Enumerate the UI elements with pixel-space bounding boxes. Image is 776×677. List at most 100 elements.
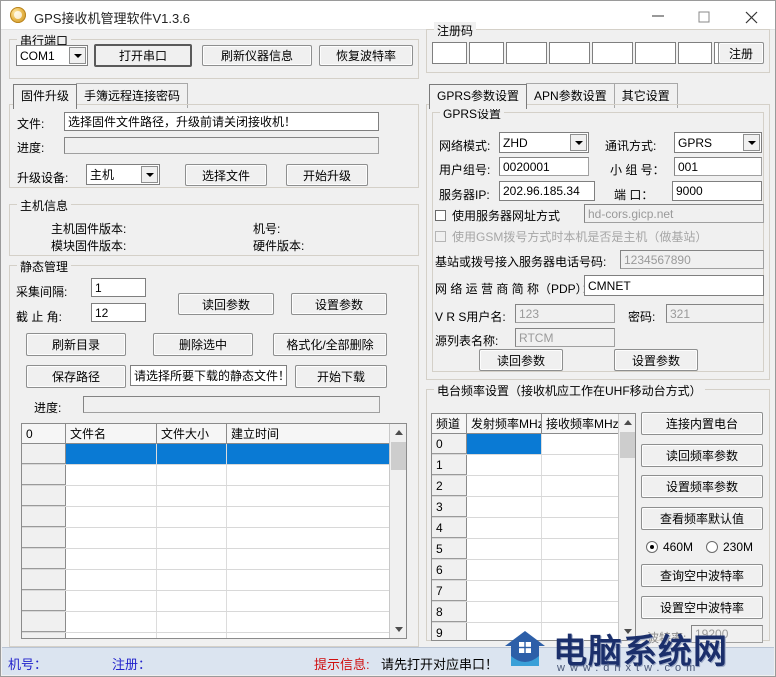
scroll-thumb[interactable] bbox=[391, 442, 406, 470]
mountpoint-input[interactable]: RTCM bbox=[515, 328, 615, 347]
channel-cell[interactable]: 7 bbox=[432, 581, 467, 601]
cell-file-name[interactable] bbox=[66, 465, 157, 485]
cell-create-time[interactable] bbox=[227, 528, 390, 548]
cell-file-size[interactable] bbox=[157, 570, 227, 590]
user-group-input[interactable]: 0020001 bbox=[499, 157, 589, 176]
checkbox-box[interactable] bbox=[435, 210, 446, 221]
scroll-down-icon[interactable] bbox=[390, 621, 406, 638]
tx-frequency-cell[interactable] bbox=[467, 581, 542, 601]
channel-cell[interactable]: 1 bbox=[432, 455, 467, 475]
table-row[interactable] bbox=[22, 612, 406, 633]
table-row[interactable] bbox=[22, 444, 406, 465]
cell-create-time[interactable] bbox=[227, 633, 390, 638]
cell-file-name[interactable] bbox=[66, 591, 157, 611]
cell-create-time[interactable] bbox=[227, 444, 390, 464]
start-download-button[interactable]: 开始下载 bbox=[295, 365, 387, 388]
scroll-down-icon[interactable] bbox=[619, 623, 635, 640]
rx-frequency-cell[interactable] bbox=[542, 602, 620, 622]
pdp-input[interactable]: CMNET bbox=[584, 275, 764, 296]
frequency-table[interactable]: 频道 发射频率MHz 接收频率MHz 0123456789 bbox=[431, 413, 636, 641]
table-row[interactable]: 6 bbox=[432, 560, 635, 581]
cell-file-size[interactable] bbox=[157, 486, 227, 506]
rx-frequency-cell[interactable] bbox=[542, 560, 620, 580]
gprs-set-params-button[interactable]: 设置参数 bbox=[614, 349, 698, 371]
sub-group-input[interactable]: 001 bbox=[674, 157, 762, 176]
cell-file-size[interactable] bbox=[157, 444, 227, 464]
table-row[interactable] bbox=[22, 465, 406, 486]
rx-frequency-cell[interactable] bbox=[542, 434, 620, 454]
table-row[interactable] bbox=[22, 528, 406, 549]
table-row[interactable] bbox=[22, 591, 406, 612]
row-index-cell[interactable] bbox=[22, 465, 66, 485]
row-index-cell[interactable] bbox=[22, 633, 66, 638]
refresh-device-info-button[interactable]: 刷新仪器信息 bbox=[202, 45, 312, 66]
firmware-file-input[interactable]: 选择固件文件路径，升级前请关闭接收机！ bbox=[64, 112, 379, 131]
row-index-cell[interactable] bbox=[22, 507, 66, 527]
save-path-button[interactable]: 保存路径 bbox=[26, 365, 126, 388]
view-frequency-defaults-button[interactable]: 查看频率默认值 bbox=[641, 507, 763, 530]
row-index-cell[interactable] bbox=[22, 591, 66, 611]
table-row[interactable] bbox=[22, 549, 406, 570]
register-code-field-1[interactable] bbox=[432, 42, 467, 64]
tx-frequency-cell[interactable] bbox=[467, 539, 542, 559]
cell-file-name[interactable] bbox=[66, 486, 157, 506]
comm-mode-select[interactable]: GPRS bbox=[674, 132, 762, 153]
table-row[interactable]: 2 bbox=[432, 476, 635, 497]
cell-file-name[interactable] bbox=[66, 528, 157, 548]
set-frequency-params-button[interactable]: 设置频率参数 bbox=[641, 475, 763, 498]
tx-frequency-cell[interactable] bbox=[467, 455, 542, 475]
set-air-baud-button[interactable]: 设置空中波特率 bbox=[641, 596, 763, 619]
register-code-field-5[interactable] bbox=[592, 42, 633, 64]
row-index-cell[interactable] bbox=[22, 486, 66, 506]
register-code-field-6[interactable] bbox=[635, 42, 676, 64]
cell-file-name[interactable] bbox=[66, 570, 157, 590]
register-code-field-4[interactable] bbox=[549, 42, 590, 64]
rx-frequency-cell[interactable] bbox=[542, 518, 620, 538]
row-index-cell[interactable] bbox=[22, 570, 66, 590]
static-file-table[interactable]: 0 文件名 文件大小 建立时间 bbox=[21, 423, 407, 639]
minimize-button[interactable] bbox=[635, 1, 681, 29]
use-server-url-checkbox[interactable]: 使用服务器网址方式 bbox=[435, 207, 560, 224]
read-frequency-params-button[interactable]: 读回频率参数 bbox=[641, 444, 763, 467]
channel-cell[interactable]: 2 bbox=[432, 476, 467, 496]
cell-create-time[interactable] bbox=[227, 507, 390, 527]
static-read-params-button[interactable]: 读回参数 bbox=[178, 293, 274, 315]
cell-create-time[interactable] bbox=[227, 486, 390, 506]
row-index-cell[interactable] bbox=[22, 528, 66, 548]
gprs-read-params-button[interactable]: 读回参数 bbox=[479, 349, 563, 371]
table-row[interactable]: 9 bbox=[432, 623, 635, 640]
scroll-up-icon[interactable] bbox=[619, 414, 635, 431]
channel-cell[interactable]: 5 bbox=[432, 539, 467, 559]
close-button[interactable] bbox=[729, 1, 775, 29]
delete-selected-button[interactable]: 删除选中 bbox=[153, 333, 253, 356]
cell-create-time[interactable] bbox=[227, 465, 390, 485]
open-port-button[interactable]: 打开串口 bbox=[94, 44, 192, 67]
cell-file-size[interactable] bbox=[157, 633, 227, 638]
table-row[interactable]: 3 bbox=[432, 497, 635, 518]
table-row[interactable] bbox=[22, 507, 406, 528]
network-mode-select[interactable]: ZHD bbox=[499, 132, 589, 153]
cell-file-name[interactable] bbox=[66, 549, 157, 569]
connect-internal-radio-button[interactable]: 连接内置电台 bbox=[641, 412, 763, 435]
air-baud-input[interactable]: 19200 bbox=[691, 625, 763, 643]
tx-frequency-cell[interactable] bbox=[467, 497, 542, 517]
cell-file-size[interactable] bbox=[157, 507, 227, 527]
band-230m-radio[interactable]: 230M bbox=[706, 540, 753, 554]
channel-cell[interactable]: 4 bbox=[432, 518, 467, 538]
chevron-down-icon[interactable] bbox=[141, 166, 158, 183]
cell-file-size[interactable] bbox=[157, 591, 227, 611]
cell-create-time[interactable] bbox=[227, 612, 390, 632]
com-port-select[interactable]: COM1 bbox=[16, 45, 88, 66]
chevron-down-icon[interactable] bbox=[743, 134, 760, 151]
table-row[interactable]: 0 bbox=[432, 434, 635, 455]
cutoff-angle-input[interactable]: 12 bbox=[91, 303, 146, 322]
cell-file-name[interactable] bbox=[66, 633, 157, 638]
tx-frequency-cell[interactable] bbox=[467, 623, 542, 640]
band-460m-radio[interactable]: 460M bbox=[646, 540, 693, 554]
dial-phone-input[interactable]: 1234567890 bbox=[620, 250, 764, 269]
maximize-button[interactable] bbox=[682, 1, 728, 29]
tx-frequency-cell[interactable] bbox=[467, 434, 542, 454]
download-path-input[interactable]: 请选择所要下载的静态文件！ bbox=[130, 365, 287, 386]
rx-frequency-cell[interactable] bbox=[542, 476, 620, 496]
cell-file-name[interactable] bbox=[66, 507, 157, 527]
